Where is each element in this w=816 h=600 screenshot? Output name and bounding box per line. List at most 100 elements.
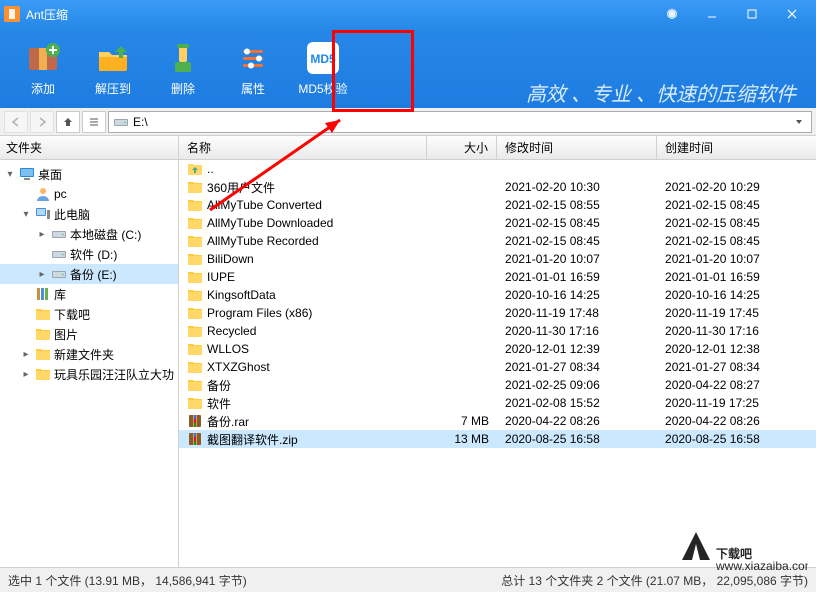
- nav-up-button[interactable]: [56, 111, 80, 133]
- extract-button[interactable]: 解压到: [78, 33, 148, 103]
- file-mtime: 2021-02-15 08:55: [497, 198, 657, 212]
- main-area: 文件夹 ▾桌面pc▾此电脑▸本地磁盘 (C:)软件 (D:)▸备份 (E:)库下…: [0, 136, 816, 568]
- archive-icon: [187, 413, 203, 429]
- file-ctime: 2020-04-22 08:27: [657, 378, 816, 392]
- properties-icon: [235, 40, 271, 76]
- close-button[interactable]: [772, 0, 812, 28]
- tree-item[interactable]: ▸ 新建文件夹: [0, 344, 178, 364]
- file-row[interactable]: Recycled2020-11-30 17:162020-11-30 17:16: [179, 322, 816, 340]
- file-row[interactable]: AllMyTube Converted2021-02-15 08:552021-…: [179, 196, 816, 214]
- file-ctime: 2021-02-20 10:29: [657, 180, 816, 194]
- file-row[interactable]: AllMyTube Downloaded2021-02-15 08:452021…: [179, 214, 816, 232]
- file-row[interactable]: 备份2021-02-25 09:062020-04-22 08:27: [179, 376, 816, 394]
- file-ctime: 2020-11-19 17:45: [657, 306, 816, 320]
- file-ctime: 2020-11-30 17:16: [657, 324, 816, 338]
- col-mtime-header[interactable]: 修改时间: [497, 136, 657, 159]
- md5-button[interactable]: MD5 MD5校验: [288, 33, 358, 103]
- file-row[interactable]: ..: [179, 160, 816, 178]
- delete-button[interactable]: 删除: [148, 33, 218, 103]
- tree-expander-icon[interactable]: ▾: [20, 209, 32, 220]
- status-bar: 选中 1 个文件 (13.91 MB， 14,586,941 字节) 总计 13…: [0, 568, 816, 592]
- file-mtime: 2021-02-15 08:45: [497, 216, 657, 230]
- tree-item[interactable]: pc: [0, 184, 178, 204]
- file-row[interactable]: BiliDown2021-01-20 10:072021-01-20 10:07: [179, 250, 816, 268]
- properties-button[interactable]: 属性: [218, 33, 288, 103]
- tree-item[interactable]: 下载吧: [0, 304, 178, 324]
- tree-item-label: 新建文件夹: [54, 346, 114, 363]
- path-dropdown-button[interactable]: [791, 112, 807, 132]
- main-toolbar: 添加 解压到 删除 属性 MD5 MD5校验 高效 、专业 、快速的压缩软件: [0, 28, 816, 108]
- path-input[interactable]: [133, 115, 791, 129]
- pc-icon: [35, 206, 51, 222]
- col-name-header[interactable]: 名称: [179, 136, 427, 159]
- archive-icon: [187, 431, 203, 447]
- tree-item-label: pc: [54, 187, 67, 201]
- file-row[interactable]: 备份.rar7 MB2020-04-22 08:262020-04-22 08:…: [179, 412, 816, 430]
- file-row[interactable]: AllMyTube Recorded2021-02-15 08:452021-0…: [179, 232, 816, 250]
- folder-icon: [187, 233, 203, 249]
- tree-expander-icon[interactable]: ▸: [20, 369, 32, 380]
- file-row[interactable]: XTXZGhost2021-01-27 08:342021-01-27 08:3…: [179, 358, 816, 376]
- tree-item[interactable]: ▸ 玩具乐园汪汪队立大功: [0, 364, 178, 384]
- window-title: Ant压缩: [26, 6, 652, 23]
- file-ctime: 2020-08-25 16:58: [657, 432, 816, 446]
- tree-item[interactable]: 库: [0, 284, 178, 304]
- maximize-button[interactable]: [732, 0, 772, 28]
- tree-expander-icon[interactable]: ▾: [4, 169, 16, 180]
- tree-expander-icon[interactable]: ▸: [36, 229, 48, 240]
- tree-item[interactable]: 软件 (D:): [0, 244, 178, 264]
- file-row[interactable]: IUPE2021-01-01 16:592021-01-01 16:59: [179, 268, 816, 286]
- tree-expander-icon[interactable]: ▸: [36, 269, 48, 280]
- tree-item-label: 此电脑: [54, 206, 90, 223]
- tree-item-label: 玩具乐园汪汪队立大功: [54, 366, 174, 383]
- minimize-button[interactable]: [692, 0, 732, 28]
- nav-back-button[interactable]: [4, 111, 28, 133]
- status-totals: 总计 13 个文件夹 2 个文件 (21.07 MB， 22,095,086 字…: [501, 572, 808, 589]
- file-size: 13 MB: [427, 432, 497, 446]
- folder-icon: [187, 269, 203, 285]
- folder-icon: [35, 326, 51, 342]
- file-ctime: 2020-11-19 17:25: [657, 396, 816, 410]
- file-name: 备份: [207, 377, 231, 394]
- tree-item[interactable]: ▸备份 (E:): [0, 264, 178, 284]
- file-list-body[interactable]: ..360用户文件2021-02-20 10:302021-02-20 10:2…: [179, 160, 816, 567]
- file-mtime: 2021-01-01 16:59: [497, 270, 657, 284]
- svg-text:MD5: MD5: [310, 52, 336, 66]
- folder-icon: [35, 306, 51, 322]
- view-mode-button[interactable]: [82, 111, 106, 133]
- tree-item[interactable]: ▸本地磁盘 (C:): [0, 224, 178, 244]
- tree-item-label: 图片: [54, 326, 78, 343]
- folder-icon: [187, 179, 203, 195]
- tree-expander-icon[interactable]: ▸: [20, 349, 32, 360]
- settings-button[interactable]: [652, 0, 692, 28]
- tree-item[interactable]: ▾ 此电脑: [0, 204, 178, 224]
- file-row[interactable]: 软件2021-02-08 15:522020-11-19 17:25: [179, 394, 816, 412]
- file-mtime: 2020-10-16 14:25: [497, 288, 657, 302]
- file-name: 软件: [207, 395, 231, 412]
- folder-tree[interactable]: ▾桌面 pc ▾ 此电脑▸本地磁盘 (C:) 软件 (D:)▸备份 (E:)库下载吧图片…: [0, 160, 178, 567]
- file-list-panel: 名称 大小 修改时间 创建时间 注释 ..360用户文件2021-02-20 1…: [179, 136, 816, 567]
- file-name: 360用户文件: [207, 179, 275, 196]
- tree-item-label: 软件 (D:): [70, 246, 117, 263]
- file-row[interactable]: 360用户文件2021-02-20 10:302021-02-20 10:29: [179, 178, 816, 196]
- file-mtime: 2021-01-27 08:34: [497, 360, 657, 374]
- add-label: 添加: [31, 80, 55, 97]
- add-icon: [25, 40, 61, 76]
- folder-icon: [187, 359, 203, 375]
- add-button[interactable]: 添加: [8, 33, 78, 103]
- file-row[interactable]: Program Files (x86)2020-11-19 17:482020-…: [179, 304, 816, 322]
- address-bar[interactable]: [108, 111, 812, 133]
- file-row[interactable]: 截图翻译软件.zip13 MB2020-08-25 16:582020-08-2…: [179, 430, 816, 448]
- file-row[interactable]: WLLOS2020-12-01 12:392020-12-01 12:38: [179, 340, 816, 358]
- tree-item-label: 下载吧: [54, 306, 90, 323]
- tree-item[interactable]: 图片: [0, 324, 178, 344]
- col-size-header[interactable]: 大小: [427, 136, 497, 159]
- file-row[interactable]: KingsoftData2020-10-16 14:252020-10-16 1…: [179, 286, 816, 304]
- folder-tree-panel: 文件夹 ▾桌面pc▾此电脑▸本地磁盘 (C:)软件 (D:)▸备份 (E:)库下…: [0, 136, 179, 567]
- nav-forward-button[interactable]: [30, 111, 54, 133]
- file-ctime: 2021-02-15 08:45: [657, 234, 816, 248]
- file-mtime: 2020-11-19 17:48: [497, 306, 657, 320]
- tree-item[interactable]: ▾桌面: [0, 164, 178, 184]
- col-ctime-header[interactable]: 创建时间: [657, 136, 816, 159]
- extract-label: 解压到: [95, 80, 131, 97]
